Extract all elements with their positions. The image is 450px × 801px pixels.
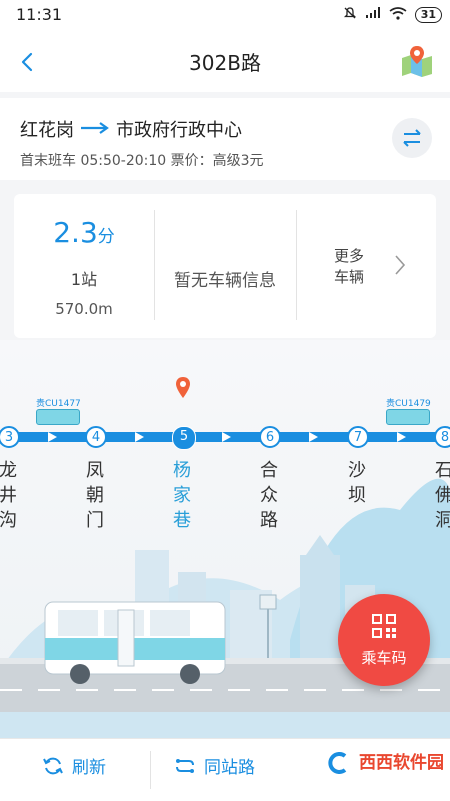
bus-marker[interactable]: 贵CU1479: [386, 396, 432, 425]
signal-icon: [365, 7, 381, 22]
watermark-mark-icon: [328, 752, 347, 774]
direction-arrow-icon: [221, 432, 231, 442]
ride-code-button[interactable]: 乘车码: [338, 594, 430, 686]
station-name[interactable]: 凤朝门: [86, 458, 108, 533]
status-time: 11:31: [16, 5, 63, 24]
station-marker[interactable]: 8: [434, 426, 450, 448]
route-card: 红花岗 市政府行政中心 首末班车 05:50-20:10 票价：高级3元: [0, 98, 450, 180]
location-pin-icon: [176, 377, 190, 398]
more-line2: 车辆: [334, 268, 365, 286]
bus-plate: 贵CU1477: [36, 399, 81, 409]
ride-code-label: 乘车码: [361, 649, 407, 667]
qr-code-icon: [372, 614, 396, 638]
more-vehicles-button[interactable]: 更多 车辆: [296, 194, 436, 338]
station-name[interactable]: 沙坝: [348, 458, 370, 508]
divider: [150, 751, 151, 789]
map-location-icon: [402, 46, 432, 77]
transfer-icon: [176, 758, 194, 773]
station-name[interactable]: 杨家巷: [173, 458, 195, 533]
watermark-text: 西西软件园: [359, 753, 444, 773]
station-name[interactable]: 合众路: [260, 458, 282, 533]
arrival-card: 2.3分 1站 570.0m 暂无车辆信息 更多 车辆: [14, 194, 436, 338]
nearest-bus-info[interactable]: 2.3分 1站 570.0m: [14, 194, 154, 338]
station-marker[interactable]: 4: [85, 426, 107, 448]
direction-arrow-icon: [309, 432, 318, 442]
bus-marker[interactable]: 贵CU1477: [36, 396, 82, 425]
direction-arrow-icon: [134, 432, 144, 442]
swap-icon: [403, 129, 421, 147]
direction-arrow-icon: [80, 119, 110, 140]
no-vehicle-text: 暂无车辆信息: [174, 271, 276, 291]
refresh-icon: [43, 757, 63, 774]
more-line1: 更多: [334, 247, 365, 265]
same-station-routes-button[interactable]: 同站路: [174, 753, 255, 778]
eta-unit: 分: [97, 227, 115, 247]
status-bar: 11:31 31: [0, 0, 450, 30]
status-icons: 31: [343, 6, 442, 23]
watermark-logo: 西西软件园: [327, 748, 444, 774]
bus-icon: [386, 409, 430, 425]
route-schedule-fare: 首末班车 05:50-20:10 票价：高级3元: [20, 153, 264, 169]
page-title: 302B路: [189, 51, 261, 75]
station-name[interactable]: 石佛洞: [435, 458, 450, 533]
nav-bar: 302B路: [0, 30, 450, 92]
eta-value: 2.3: [53, 216, 98, 249]
station-marker[interactable]: 7: [347, 426, 369, 448]
bus-icon: [36, 409, 80, 425]
chevron-right-icon: [395, 255, 406, 275]
distance: 570.0m: [55, 300, 113, 318]
bus-plate: 贵CU1479: [386, 399, 431, 409]
refresh-label: 刷新: [72, 758, 106, 778]
more-vehicles-label: 更多 车辆: [334, 246, 364, 288]
current-location-marker: [174, 376, 192, 404]
mute-icon: [343, 6, 357, 23]
direction-arrow-icon: [396, 432, 406, 442]
battery-indicator: 31: [414, 6, 442, 23]
bus-illustration: [44, 601, 226, 684]
route-origin: 红花岗: [20, 120, 74, 141]
map-button[interactable]: [400, 44, 434, 78]
route-destination: 市政府行政中心: [116, 120, 242, 141]
swap-direction-button[interactable]: [392, 118, 432, 158]
station-marker[interactable]: 5: [172, 426, 196, 450]
station-marker[interactable]: 6: [259, 426, 281, 448]
route-direction: 红花岗 市政府行政中心: [20, 116, 242, 142]
same-station-label: 同站路: [204, 758, 255, 778]
station-name[interactable]: 龙井沟: [0, 458, 21, 533]
refresh-button[interactable]: 刷新: [42, 753, 106, 778]
direction-arrow-icon: [47, 432, 57, 442]
eta: 2.3分: [14, 216, 154, 249]
stops-away: 1站: [70, 270, 98, 289]
second-bus-info: 暂无车辆信息: [154, 194, 296, 338]
wifi-icon: [389, 6, 407, 23]
